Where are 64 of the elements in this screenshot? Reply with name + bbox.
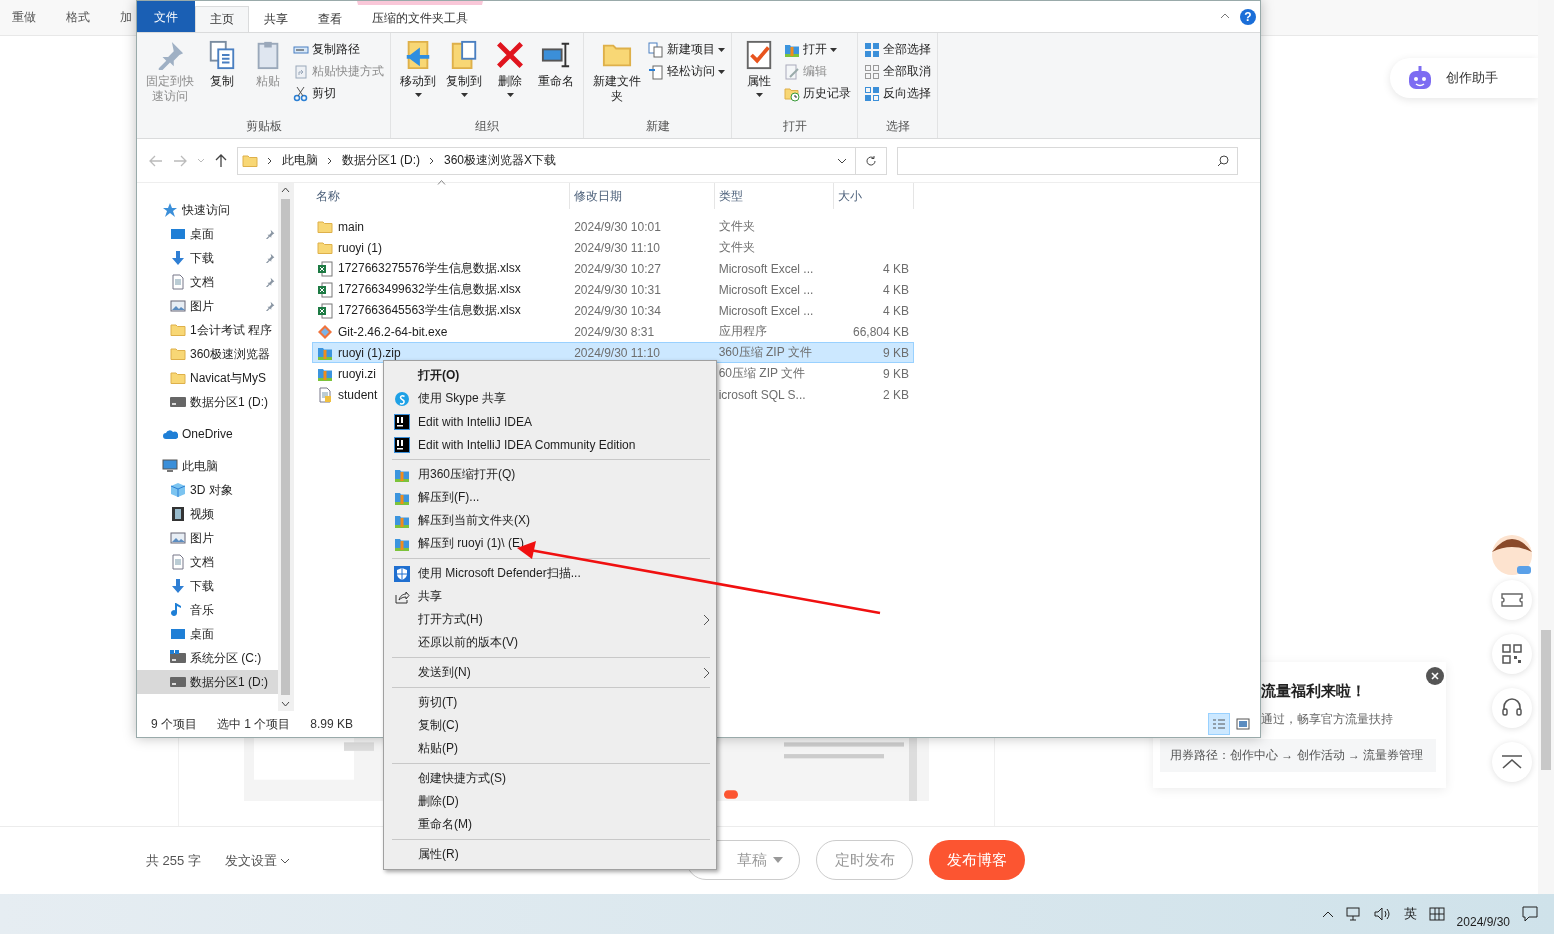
nav-label: 下载 xyxy=(190,249,214,267)
nav-label: 1会计考试 程序 xyxy=(190,321,272,339)
nav-label: 文档 xyxy=(190,273,214,291)
nav-label: OneDrive xyxy=(182,427,233,441)
table-cell: 60压缩 ZIP 文件 xyxy=(718,365,806,382)
file-name: 1727663499632学生信息数据.xlsx xyxy=(338,281,521,298)
file-name: 1727663275576学生信息数据.xlsx xyxy=(338,260,521,277)
table-cell: 2 KB xyxy=(883,387,909,402)
table-cell: 9 KB xyxy=(883,366,909,381)
nav-label: 此电脑 xyxy=(182,457,218,475)
table-cell: 2024/9/30 10:27 xyxy=(574,261,661,276)
table-cell: 2024/9/30 10:01 xyxy=(574,219,661,234)
nav-label: 数据分区1 (D:) xyxy=(190,393,268,411)
group-label: 新建 xyxy=(644,118,671,135)
table-cell: 4 KB xyxy=(883,282,909,297)
table-cell: Microsoft Excel ... xyxy=(718,282,814,297)
nav-label: 快速访问 xyxy=(182,201,230,219)
nav-label: 视频 xyxy=(190,505,214,523)
table-cell: Microsoft Excel ... xyxy=(718,303,814,318)
group-label: 组织 xyxy=(474,118,500,135)
nav-label: 下载 xyxy=(190,577,214,595)
promo-subtitle: 通过，畅享官方流量扶持 xyxy=(1261,711,1393,728)
nav-label: 音乐 xyxy=(190,601,214,619)
file-name: student xyxy=(338,387,378,402)
nav-label: 图片 xyxy=(190,529,214,547)
status-text: 选中 1 个项目 xyxy=(217,715,291,733)
nav-label: 图片 xyxy=(190,297,214,315)
table-cell: 2024/9/30 10:34 xyxy=(574,303,661,318)
file-name: ruoyi (1).zip xyxy=(338,345,401,360)
file-name: 1727663645563学生信息数据.xlsx xyxy=(338,302,521,319)
status-text: 8.99 KB xyxy=(310,717,354,731)
nav-label: 360极速浏览器 xyxy=(190,345,271,363)
table-cell: 文件夹 xyxy=(718,218,755,235)
nav-label: 桌面 xyxy=(190,625,214,643)
nav-label: Navicat与MyS xyxy=(190,369,266,387)
file-name: main xyxy=(338,219,364,234)
table-cell: 9 KB xyxy=(883,345,909,360)
nav-label: 系统分区 (C:) xyxy=(190,649,262,667)
file-name: Git-2.46.2-64-bit.exe xyxy=(338,324,448,339)
nav-label: 桌面 xyxy=(190,225,214,243)
table-cell: Microsoft Excel ... xyxy=(718,261,814,276)
group-label: 选择 xyxy=(884,118,911,135)
table-cell: 2024/9/30 10:31 xyxy=(574,282,661,297)
file-name: ruoyi.zi xyxy=(338,366,376,381)
table-cell: 应用程序 xyxy=(718,323,767,340)
table-cell: 4 KB xyxy=(883,261,909,276)
table-cell: 2024/9/30 8:31 xyxy=(574,324,655,339)
coupon-path: 用券路径：创作中心 → 创作活动 → 流量券管理 xyxy=(1160,739,1436,772)
group-label: 打开 xyxy=(781,118,808,135)
table-cell: 360压缩 ZIP 文件 xyxy=(718,344,812,361)
word-count: 共 255 字 xyxy=(146,851,201,870)
table-cell: 66,804 KB xyxy=(852,324,909,339)
nav-label: 3D 对象 xyxy=(190,481,233,499)
file-name: ruoyi (1) xyxy=(338,240,382,255)
table-cell: 文件夹 xyxy=(718,239,755,256)
table-cell: 2024/9/30 11:10 xyxy=(574,345,660,360)
promo-title: 流量福利来啦！ xyxy=(1261,682,1366,701)
group-label: 剪贴板 xyxy=(244,118,283,135)
table-cell: icrosoft SQL S... xyxy=(718,387,806,402)
nav-label: 数据分区1 (D:) xyxy=(190,673,268,691)
table-cell: 2024/9/30 11:10 xyxy=(574,240,660,255)
table-cell: 4 KB xyxy=(883,303,909,318)
nav-label: 文档 xyxy=(190,553,214,571)
status-text: 9 个项目 xyxy=(151,715,197,733)
